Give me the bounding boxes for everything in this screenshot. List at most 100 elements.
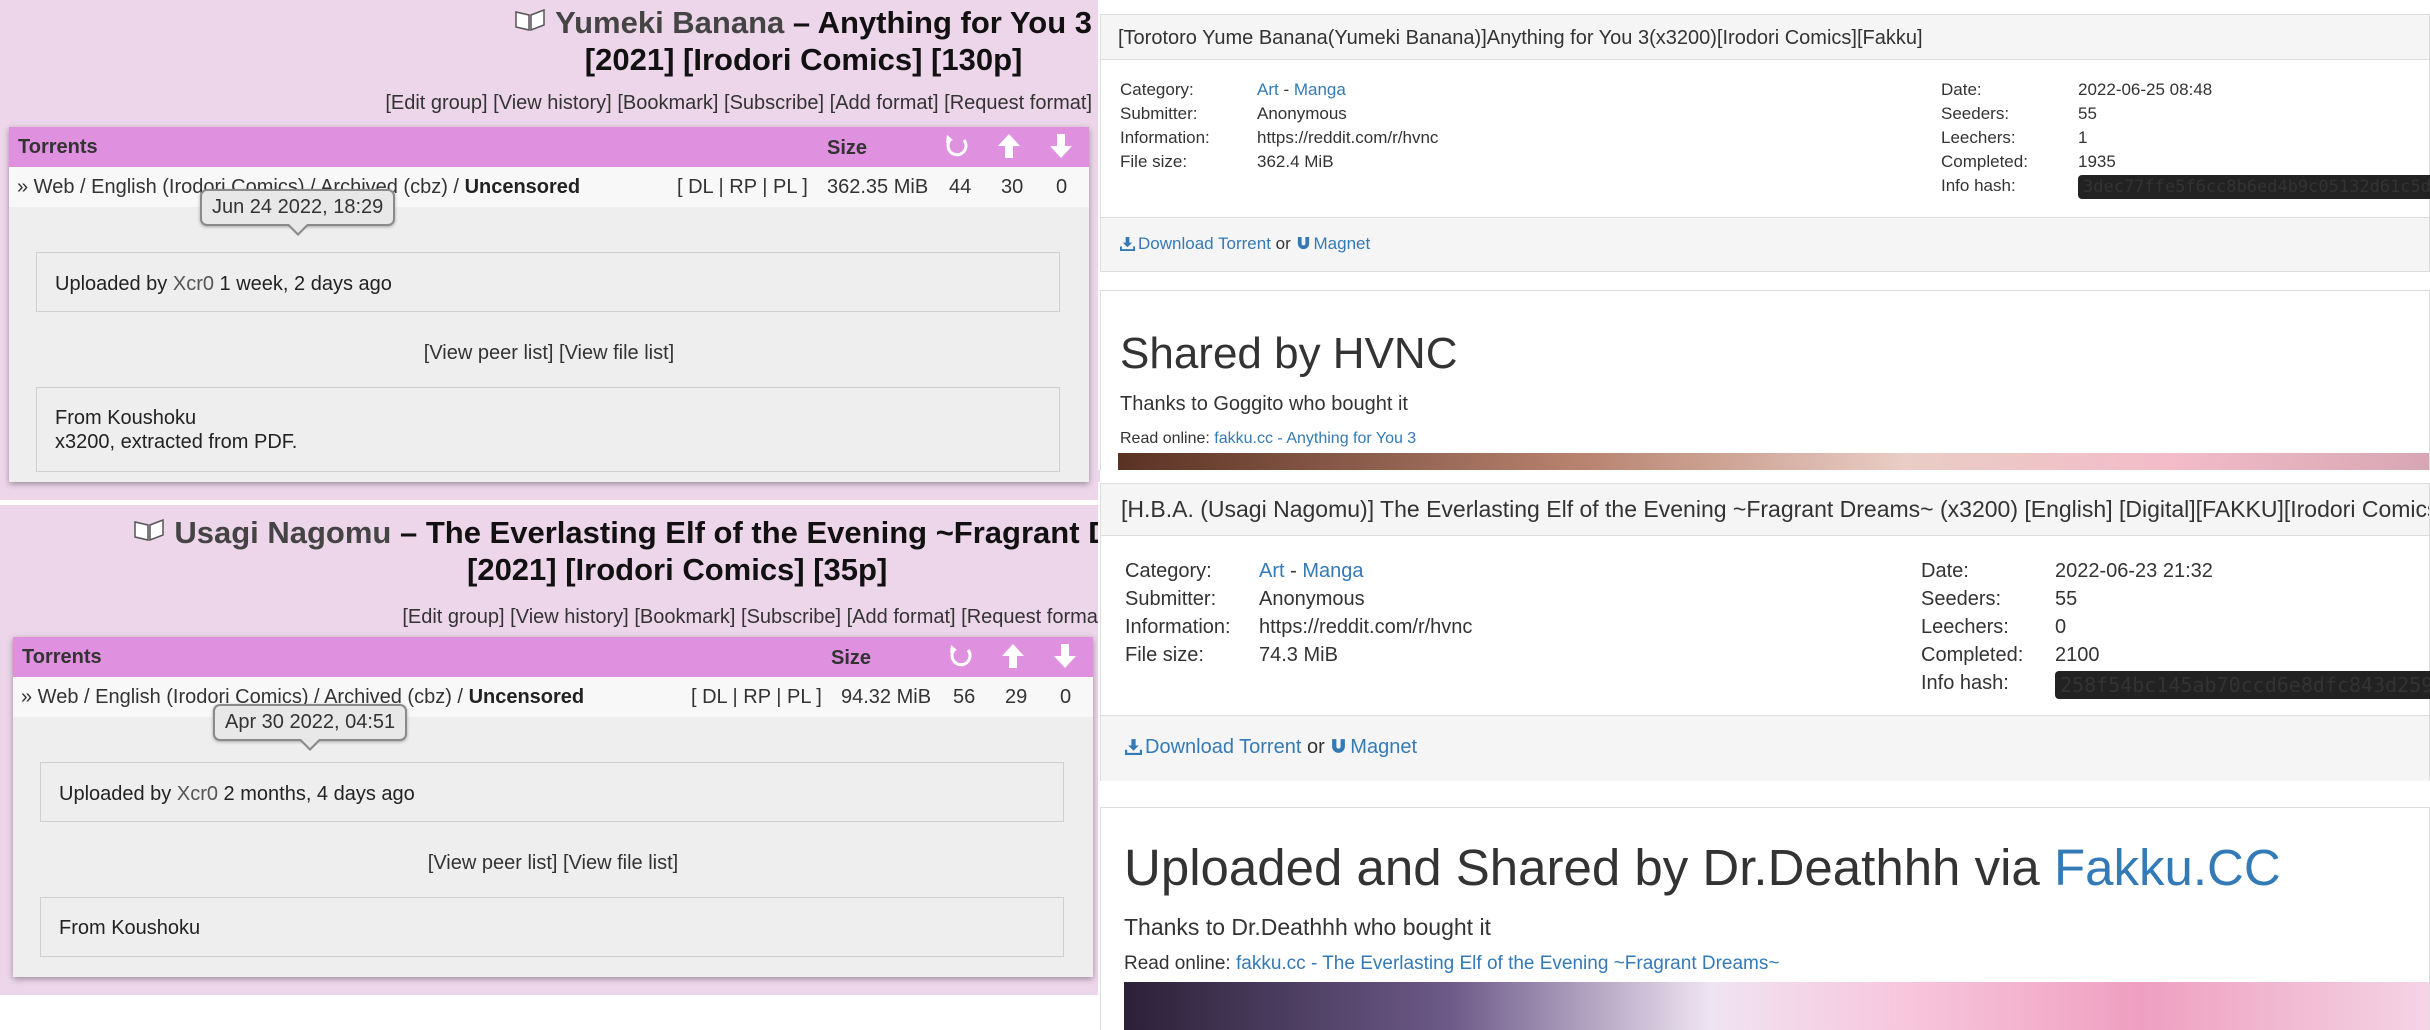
category-art-link[interactable]: Art (1257, 80, 1279, 99)
torrent-size: 362.35 MiB (827, 176, 929, 198)
table-header: Torrents Size (13, 637, 1093, 677)
leechers-value: 0 (2055, 616, 2067, 638)
torrent-description: From Koushoku (40, 897, 1064, 957)
peer-file-links[interactable]: [View peer list] [View file list] (9, 342, 1089, 365)
torrent-size: 94.32 MiB (841, 686, 932, 708)
arrow-down-icon (1050, 134, 1072, 158)
book-icon (515, 9, 545, 31)
file-size-value: 74.3 MiB (1259, 644, 1338, 666)
torrent-info: Category: Submitter: Information: File s… (1101, 536, 2430, 708)
add-format-link[interactable]: [Add format] (830, 92, 939, 114)
title-subtitle: [2021] [Irodori Comics] [130p] (584, 42, 1023, 77)
download-torrent-link[interactable]: Download Torrent (1120, 234, 1271, 253)
date-value: 2022-06-23 21:32 (2055, 560, 2213, 582)
uploader-link[interactable]: Xcr0 (173, 273, 214, 295)
nyaa-torrent-panel: [Torotoro Yume Banana(Yumeki Banana)]Any… (1098, 0, 2430, 470)
snatches-count: 56 (953, 686, 976, 708)
torrent-info: Category: Submitter: Information: File s… (1101, 60, 2430, 210)
torrent-group-panel: Yumeki Banana – Anything for You 3 [2021… (0, 0, 1100, 500)
magnet-link[interactable]: Magnet (1296, 234, 1370, 253)
torrents-header: Torrents (22, 646, 102, 668)
file-size-value: 362.4 MiB (1257, 152, 1334, 171)
view-history-link[interactable]: [View history] (493, 92, 612, 114)
submitter-value: Anonymous (1259, 588, 1365, 610)
torrent-description: Shared by HVNC Thanks to Goggito who bou… (1100, 290, 2430, 470)
information-link[interactable]: https://reddit.com/r/hvnc (1257, 128, 1438, 148)
magnet-icon (1332, 739, 1346, 753)
subscribe-link[interactable]: [Subscribe] (724, 92, 824, 114)
size-header: Size (831, 647, 872, 669)
upload-date-tooltip: Jun 24 2022, 18:29 (200, 189, 396, 236)
seeders-count: 30 (1001, 176, 1024, 198)
category-art-link[interactable]: Art (1259, 560, 1285, 582)
download-bar: Download Torrent or Magnet (1101, 715, 2429, 781)
upload-info: Uploaded by Xcr0 2 months, 4 days ago (40, 762, 1064, 822)
description-heading: Uploaded and Shared by Dr.Deathhh via Fa… (1124, 839, 2281, 896)
leechers-value: 1 (2078, 128, 2088, 147)
torrent-group-panel: Usagi Nagomu – The Everlasting Elf of th… (0, 505, 1100, 995)
table-row[interactable]: » Web / English (Irodori Comics) / Archi… (9, 167, 1089, 207)
completed-value: 1935 (2078, 152, 2116, 171)
date-value: 2022-06-25 08:48 (2078, 80, 2213, 99)
seeders-value: 55 (2078, 104, 2097, 123)
torrent-description: Uploaded and Shared by Dr.Deathhh via Fa… (1100, 807, 2430, 1030)
uploader-link[interactable]: Xcr0 (177, 783, 218, 805)
bookmark-link[interactable]: [Bookmark] (634, 606, 735, 628)
refresh-icon (946, 135, 968, 157)
refresh-icon (950, 645, 972, 667)
dl-rp-pl-links[interactable]: [ DL | RP | PL ] (691, 686, 822, 709)
download-icon (1120, 236, 1135, 251)
torrent-info-card: [H.B.A. (Usagi Nagomu)] The Everlasting … (1100, 483, 2430, 781)
group-actions: [Edit group] [View history] [Bookmark] [… (402, 606, 1100, 629)
category-manga-link[interactable]: Manga (1302, 560, 1363, 582)
peer-file-links[interactable]: [View peer list] [View file list] (13, 852, 1093, 875)
seeders-count: 29 (1005, 686, 1028, 708)
completed-value: 2100 (2055, 644, 2100, 666)
category-manga-link[interactable]: Manga (1294, 80, 1346, 99)
information-link[interactable]: https://reddit.com/r/hvnc (1259, 616, 1472, 639)
read-online-link[interactable]: fakku.cc - The Everlasting Elf of the Ev… (1236, 953, 1780, 974)
snatches-count: 44 (949, 176, 972, 198)
description-thanks: Thanks to Dr.Deathhh who bought it (1124, 914, 1491, 940)
table-row[interactable]: » Web / English (Irodori Comics) / Archi… (13, 677, 1093, 717)
upload-info: Uploaded by Xcr0 1 week, 2 days ago (36, 252, 1060, 312)
info-hash-value: 3dec77ffe5f6cc8b6ed4b9c05132d61c5d5dd824 (2078, 175, 2430, 199)
submitter-value: Anonymous (1257, 104, 1347, 123)
add-format-link[interactable]: [Add format] (847, 606, 956, 628)
edit-group-link[interactable]: [Edit group] (402, 606, 504, 628)
download-bar: Download Torrent or Magnet (1101, 217, 2429, 271)
title-text: – The Everlasting Elf of the Evening ~Fr… (399, 515, 1100, 550)
request-format-link[interactable]: [Request format] (961, 606, 1100, 628)
download-icon (1125, 739, 1142, 755)
torrent-table: Torrents Size » Web / English (Irodori C… (9, 127, 1089, 482)
arrow-up-icon (1002, 644, 1024, 668)
torrent-details: Uploaded by Xcr0 2 months, 4 days ago [V… (13, 717, 1093, 992)
fakku-cc-link[interactable]: Fakku.CC (2054, 839, 2281, 896)
request-format-link[interactable]: [Request format] (944, 92, 1092, 114)
arrow-down-icon (1054, 644, 1076, 668)
leechers-count: 0 (1060, 686, 1072, 708)
read-online: Read online: fakku.cc - Anything for You… (1120, 430, 1417, 447)
torrents-header: Torrents (18, 136, 98, 158)
artist-link[interactable]: Yumeki Banana (555, 5, 784, 40)
read-online-link[interactable]: fakku.cc - Anything for You 3 (1214, 430, 1416, 447)
group-title: Yumeki Banana – Anything for You 3 [2021… (515, 5, 1092, 79)
torrent-info-card: [Torotoro Yume Banana(Yumeki Banana)]Any… (1100, 14, 2430, 272)
download-torrent-link[interactable]: Download Torrent (1125, 736, 1301, 758)
bookmark-link[interactable]: [Bookmark] (617, 92, 718, 114)
dl-rp-pl-links[interactable]: [ DL | RP | PL ] (677, 176, 808, 199)
seeders-value: 55 (2055, 588, 2078, 610)
view-history-link[interactable]: [View history] (510, 606, 629, 628)
info-hash-value: 258f54bc145ab70ccd6e8dfc843d259e3d64e5 (2055, 671, 2430, 699)
magnet-link[interactable]: Magnet (1330, 736, 1417, 758)
edit-group-link[interactable]: [Edit group] (385, 92, 487, 114)
title-text: – Anything for You 3 (784, 5, 1092, 40)
description-heading: Shared by HVNC (1120, 329, 1458, 378)
artist-link[interactable]: Usagi Nagomu (174, 515, 391, 550)
book-icon (134, 519, 165, 541)
cover-image (1118, 453, 2429, 470)
cover-image (1124, 982, 2429, 1030)
nyaa-torrent-panel: [H.B.A. (Usagi Nagomu)] The Everlasting … (1098, 482, 2430, 1030)
magnet-icon (1297, 236, 1309, 250)
subscribe-link[interactable]: [Subscribe] (741, 606, 841, 628)
